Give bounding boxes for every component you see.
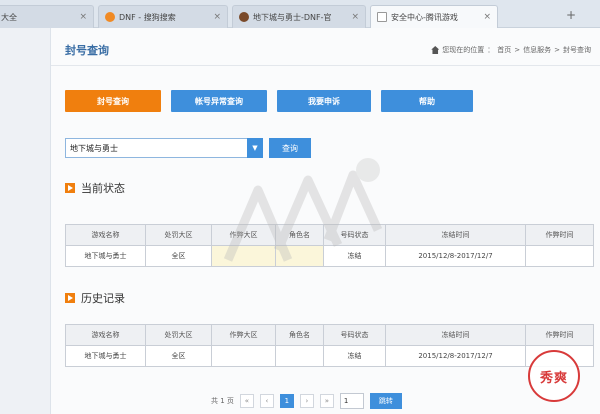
query-button[interactable]: 查询 xyxy=(269,138,311,158)
sogou-icon xyxy=(105,12,115,22)
close-icon[interactable]: × xyxy=(209,12,221,22)
table-cell: 2015/12/8-2017/12/7 xyxy=(385,245,526,267)
game-select-value: 地下城与勇士 xyxy=(70,143,118,153)
tab-label: 安全中心-腾讯游戏 xyxy=(391,12,458,22)
column-header: 作弊大区 xyxy=(211,324,276,346)
stamp-text: 秀爽 xyxy=(539,370,568,386)
table-cell: 冻结 xyxy=(323,245,386,267)
column-header: 号码状态 xyxy=(323,324,386,346)
table-cell xyxy=(275,345,324,367)
tab-label: DNF - 搜狗搜索 xyxy=(119,12,176,22)
table-header-row: 游戏名称 处罚大区 作弊大区 角色名 号码状态 冻结时间 作弊时间 xyxy=(65,324,594,346)
table-cell: 2015/12/8-2017/12/7 xyxy=(385,345,526,367)
tab-ban-query[interactable]: 封号查询 xyxy=(65,90,161,112)
browser-tab-1[interactable]: 大全 × xyxy=(0,5,94,28)
breadcrumb-home[interactable]: 首页 xyxy=(497,45,511,55)
column-header: 作弊时间 xyxy=(525,224,594,246)
table-cell xyxy=(275,245,324,267)
page-jump-input[interactable]: 1 xyxy=(339,393,364,409)
table-cell: 地下城与勇士 xyxy=(65,345,146,367)
column-header: 角色名 xyxy=(275,324,324,346)
dnf-icon xyxy=(239,12,249,22)
table-cell: 全区 xyxy=(145,245,212,267)
arrow-right-icon xyxy=(65,293,75,303)
history-table: 游戏名称 处罚大区 作弊大区 角色名 号码状态 冻结时间 作弊时间 地下城与勇士… xyxy=(65,324,594,367)
table-row: 地下城与勇士 全区 冻结 2015/12/8-2017/12/7 xyxy=(65,345,594,367)
tab-help[interactable]: 帮助 xyxy=(381,90,473,112)
breadcrumb-prefix: 您现在的位置 xyxy=(442,46,485,54)
browser-tab-3[interactable]: 地下城与勇士-DNF-官 × xyxy=(232,5,366,28)
game-select[interactable]: 地下城与勇士 ▼ xyxy=(65,138,263,158)
breadcrumb-info[interactable]: 信息服务 xyxy=(523,45,551,55)
pagination: 共 1 页 « ‹ 1 › » 1 跳转 xyxy=(211,393,402,409)
current-status-table: 游戏名称 处罚大区 作弊大区 角色名 号码状态 冻结时间 作弊时间 地下城与勇士… xyxy=(65,224,594,267)
column-header: 游戏名称 xyxy=(65,224,146,246)
section-title: 当前状态 xyxy=(81,182,125,195)
close-icon[interactable]: × xyxy=(347,12,359,22)
breadcrumb: 您现在的位置： 首页 > 信息服务 > 封号查询 xyxy=(431,45,591,55)
tab-appeal[interactable]: 我要申诉 xyxy=(277,90,371,112)
breadcrumb-current: 封号查询 xyxy=(563,46,591,54)
column-header: 冻结时间 xyxy=(385,324,526,346)
column-header: 作弊时间 xyxy=(525,324,594,346)
last-page-button[interactable]: » xyxy=(319,394,334,408)
tab-label: 地下城与勇士-DNF-官 xyxy=(253,12,332,22)
close-icon[interactable]: × xyxy=(479,12,491,22)
arrow-right-icon xyxy=(65,183,75,193)
new-tab-icon[interactable]: + xyxy=(566,8,576,22)
column-header: 游戏名称 xyxy=(65,324,146,346)
page-number-current[interactable]: 1 xyxy=(279,394,294,408)
column-header: 处罚大区 xyxy=(145,224,212,246)
tab-label: 大全 xyxy=(1,12,17,22)
table-cell xyxy=(525,245,594,267)
section-title: 历史记录 xyxy=(81,292,125,305)
home-icon xyxy=(431,46,440,54)
browser-tab-strip: 大全 × DNF - 搜狗搜索 × 地下城与勇士-DNF-官 × 安全中心-腾讯… xyxy=(0,0,600,28)
table-header-row: 游戏名称 处罚大区 作弊大区 角色名 号码状态 冻结时间 作弊时间 xyxy=(65,224,594,246)
browser-tab-2[interactable]: DNF - 搜狗搜索 × xyxy=(98,5,228,28)
table-cell: 全区 xyxy=(145,345,212,367)
history-heading: 历史记录 xyxy=(65,290,125,306)
table-row: 地下城与勇士 全区 冻结 2015/12/8-2017/12/7 xyxy=(65,245,594,267)
table-cell: 冻结 xyxy=(323,345,386,367)
next-page-button[interactable]: › xyxy=(299,394,314,408)
current-status-heading: 当前状态 xyxy=(65,180,125,196)
column-header: 号码状态 xyxy=(323,224,386,246)
column-header: 冻结时间 xyxy=(385,224,526,246)
chevron-down-icon[interactable]: ▼ xyxy=(247,138,263,158)
table-cell xyxy=(211,245,276,267)
close-icon[interactable]: × xyxy=(75,12,87,22)
page-jump-button[interactable]: 跳转 xyxy=(369,393,402,409)
page-content: 封号查询 您现在的位置： 首页 > 信息服务 > 封号查询 封号查询 帐号异常查… xyxy=(50,28,600,414)
browser-tab-4[interactable]: 安全中心-腾讯游戏 × xyxy=(370,5,498,28)
first-page-button[interactable]: « xyxy=(239,394,254,408)
tab-account-abnormal[interactable]: 帐号异常查询 xyxy=(171,90,267,112)
page-title: 封号查询 xyxy=(65,44,109,57)
table-cell: 地下城与勇士 xyxy=(65,245,146,267)
prev-page-button[interactable]: ‹ xyxy=(259,394,274,408)
column-header: 作弊大区 xyxy=(211,224,276,246)
title-row: 封号查询 您现在的位置： 首页 > 信息服务 > 封号查询 xyxy=(51,28,600,66)
table-cell xyxy=(211,345,276,367)
page-icon xyxy=(377,12,387,22)
column-header: 角色名 xyxy=(275,224,324,246)
page-total: 共 1 页 xyxy=(211,397,234,405)
seal-stamp: 秀爽 xyxy=(528,350,580,402)
column-header: 处罚大区 xyxy=(145,324,212,346)
